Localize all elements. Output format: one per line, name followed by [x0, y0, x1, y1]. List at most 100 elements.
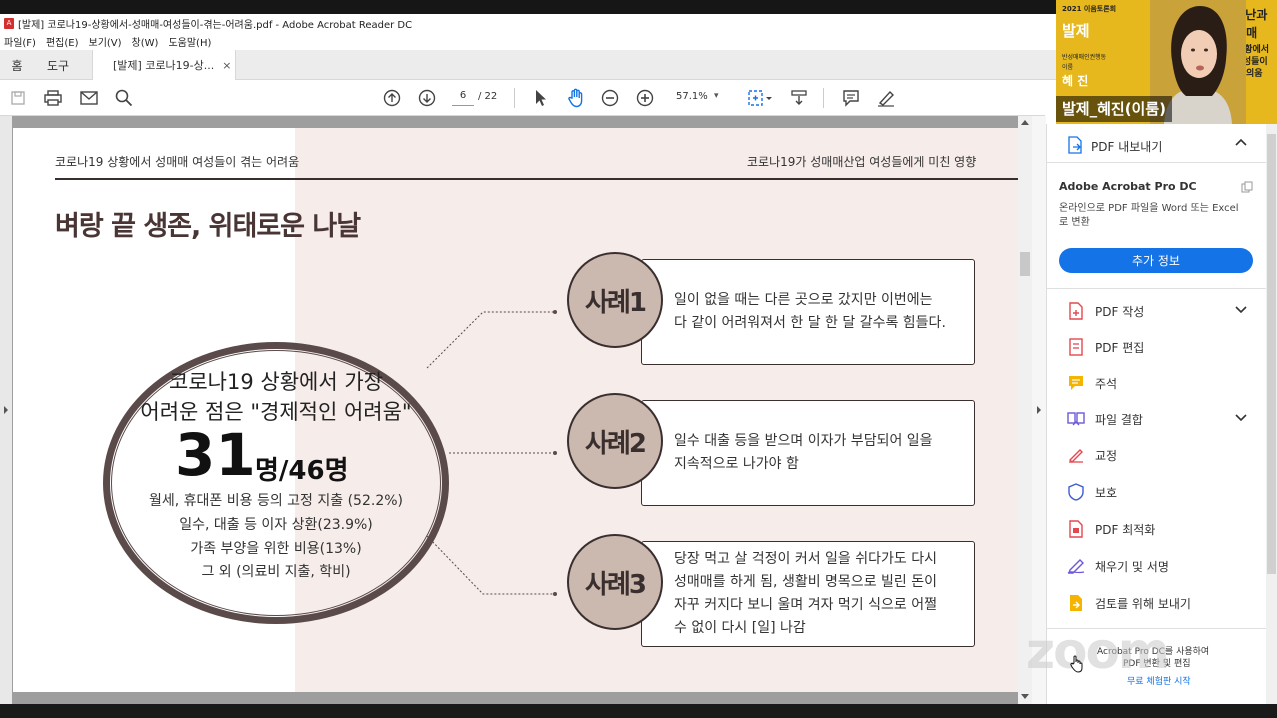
select-cursor-icon[interactable]	[529, 86, 553, 110]
previous-page-icon[interactable]	[380, 86, 404, 110]
comment-icon	[1067, 374, 1085, 392]
right-pane-toggle[interactable]	[1032, 116, 1046, 704]
product-description: 온라인으로 PDF 파일을 Word 또는 Excel로 변환	[1059, 203, 1239, 228]
zoom-level-input[interactable]: 57.1%	[676, 91, 708, 102]
menu-help[interactable]: 도움말(H)	[168, 34, 211, 49]
summary-stat: 가족 부양을 위한 비용(13%)	[190, 541, 362, 557]
tool-label: 파일 결합	[1095, 412, 1143, 427]
document-scrollbar[interactable]	[1018, 116, 1032, 704]
case-1-badge: 사례1	[567, 252, 663, 348]
export-pdf-label: PDF 내보내기	[1091, 140, 1163, 154]
zoom-dropdown-icon[interactable]: ▾	[714, 91, 719, 101]
save-icon[interactable]	[6, 86, 30, 110]
tools-pane: PDF 내보내기 Adobe Acrobat Pro DC 온라인으로 PDF …	[1046, 124, 1267, 704]
menu-window[interactable]: 창(W)	[132, 34, 159, 49]
page-number-input[interactable]: 6	[452, 90, 474, 106]
title-bar: A [발제] 코로나19-상황에서-성매매-여성들이-겪는-어려움.pdf - …	[0, 14, 1060, 32]
document-scroll-thumb[interactable]	[1020, 252, 1030, 276]
summary-stat: 월세, 휴대폰 비용 등의 고정 지출 (52.2%)	[149, 493, 403, 509]
optimize-pdf-icon	[1067, 520, 1085, 538]
webcam-role: 이룸	[1062, 64, 1074, 71]
tab-document-label: [발제] 코로나19-상...	[113, 59, 215, 72]
toolbar-divider	[514, 88, 515, 108]
tool-optimize-pdf[interactable]: PDF 최적화	[1067, 520, 1155, 538]
webcam-org: 반성매매인권행동	[1062, 54, 1107, 61]
menu-bar: 파일(F) 편집(E) 보기(V) 창(W) 도움말(H)	[0, 32, 1060, 50]
menu-view[interactable]: 보기(V)	[89, 34, 122, 49]
expand-chevron-icon[interactable]	[1235, 304, 1247, 317]
tools-pane-scrollbar[interactable]	[1266, 124, 1277, 704]
send-review-icon	[1067, 594, 1085, 612]
tab-home[interactable]: 홈	[0, 50, 34, 80]
summary-heading-line1: 코로나19 상황에서 가장	[169, 370, 383, 394]
create-pdf-icon	[1067, 302, 1085, 320]
zoom-out-icon[interactable]	[598, 86, 622, 110]
pane-divider	[1047, 288, 1267, 289]
expand-chevron-icon[interactable]	[1235, 412, 1247, 425]
participant-name-label: 발제_혜진(이룸)	[1056, 96, 1173, 122]
case-1-text-line: 다 같이 어려워져서 한 달 한 달 갈수록 힘들다.	[674, 315, 946, 331]
menu-edit[interactable]: 편집(E)	[46, 34, 79, 49]
tool-send-review[interactable]: 검토를 위해 보내기	[1067, 594, 1191, 612]
case-3-text-line: 성매매를 하게 됨, 생활비 명목으로 빌린 돈이	[674, 574, 937, 590]
tab-close-icon[interactable]: ×	[222, 59, 231, 72]
tab-bar: 홈 도구 [발제] 코로나19-상... ×	[0, 50, 1060, 80]
redact-icon	[1067, 446, 1085, 464]
window-title: [발제] 코로나19-상황에서-성매매-여성들이-겪는-어려움.pdf - Ad…	[18, 19, 413, 31]
case-3-text-line: 자꾸 커지다 보니 울며 겨자 먹기 식으로 어쩔	[674, 597, 937, 613]
page-total: / 22	[478, 91, 498, 102]
fit-page-icon[interactable]	[745, 86, 775, 110]
hand-tool-icon[interactable]	[564, 86, 588, 110]
tool-label: 채우기 및 서명	[1095, 559, 1169, 574]
system-bottom-bar	[0, 704, 1277, 718]
pane-divider	[1047, 162, 1267, 163]
webcam-speaker-name: 혜 진	[1062, 74, 1089, 88]
comment-toolbar-icon[interactable]	[839, 86, 863, 110]
tool-label: PDF 편집	[1095, 340, 1145, 355]
tool-combine-files[interactable]: 파일 결합	[1067, 410, 1143, 428]
tools-pane-scroll-thumb[interactable]	[1267, 134, 1276, 574]
case-2-badge: 사례2	[567, 393, 663, 489]
email-icon[interactable]	[77, 86, 101, 110]
case-2-box: 일수 대출 등을 받으며 이자가 부담되어 일을 지속적으로 나가야 함	[641, 400, 975, 506]
case-1-box: 일이 없을 때는 다른 곳으로 갔지만 이번에는 다 같이 어려워져서 한 달 …	[641, 259, 975, 365]
next-page-icon[interactable]	[415, 86, 439, 110]
tool-label: 교정	[1095, 448, 1118, 463]
case-3-text-line: 수 없이 다시 [일] 나감	[674, 620, 806, 636]
tab-tools[interactable]: 도구	[34, 50, 82, 80]
zoom-in-icon[interactable]	[633, 86, 657, 110]
zoom-watermark: zoom	[1026, 622, 1170, 680]
export-pdf-item[interactable]: PDF 내보내기	[1067, 136, 1162, 157]
tool-label: 검토를 위해 보내기	[1095, 596, 1191, 611]
mouse-cursor-icon	[1070, 655, 1084, 677]
search-icon[interactable]	[112, 86, 136, 110]
print-icon[interactable]	[41, 86, 65, 110]
tool-comment[interactable]: 주석	[1067, 374, 1117, 392]
webcam-event-name: 2021 이음토론회	[1062, 5, 1117, 13]
tool-protect[interactable]: 보호	[1067, 483, 1117, 501]
summary-count: 31	[175, 421, 256, 489]
acrobat-window: A [발제] 코로나19-상황에서-성매매-여성들이-겪는-어려움.pdf - …	[0, 0, 1277, 718]
scroll-mode-icon[interactable]	[787, 86, 811, 110]
tool-create-pdf[interactable]: PDF 작성	[1067, 302, 1144, 320]
protect-icon	[1067, 483, 1085, 501]
more-info-button[interactable]: 추가 정보	[1059, 248, 1253, 273]
toolbar-divider	[823, 88, 824, 108]
case-2-text-line: 일수 대출 등을 받으며 이자가 부담되어 일을	[674, 433, 933, 449]
webcam-video-tile[interactable]: 2021 이음토론회 발제 반성매매인권행동 이룸 혜 진 위기 재난과 성매매…	[1056, 0, 1277, 124]
tool-fill-sign[interactable]: 채우기 및 서명	[1067, 557, 1169, 575]
tool-edit-pdf[interactable]: PDF 편집	[1067, 338, 1144, 356]
tool-redact[interactable]: 교정	[1067, 446, 1117, 464]
pdf-file-icon: A	[4, 17, 14, 29]
left-panel-toggle[interactable]	[0, 116, 12, 704]
highlight-pen-icon[interactable]	[874, 86, 898, 110]
tool-label: PDF 최적화	[1095, 522, 1156, 537]
menu-file[interactable]: 파일(F)	[4, 34, 36, 49]
case-3-badge: 사례3	[567, 534, 663, 630]
tab-document[interactable]: [발제] 코로나19-상... ×	[92, 50, 236, 80]
webcam-session-title: 발제	[1062, 22, 1090, 40]
copy-icon[interactable]	[1241, 178, 1253, 197]
pdf-page: 코로나19 상황에서 성매매 여성들이 겪는 어려움 코로나19가 성매매산업 …	[13, 128, 1018, 692]
collapse-chevron-icon[interactable]	[1235, 136, 1247, 149]
case-1-text-line: 일이 없을 때는 다른 곳으로 갔지만 이번에는	[674, 292, 933, 308]
